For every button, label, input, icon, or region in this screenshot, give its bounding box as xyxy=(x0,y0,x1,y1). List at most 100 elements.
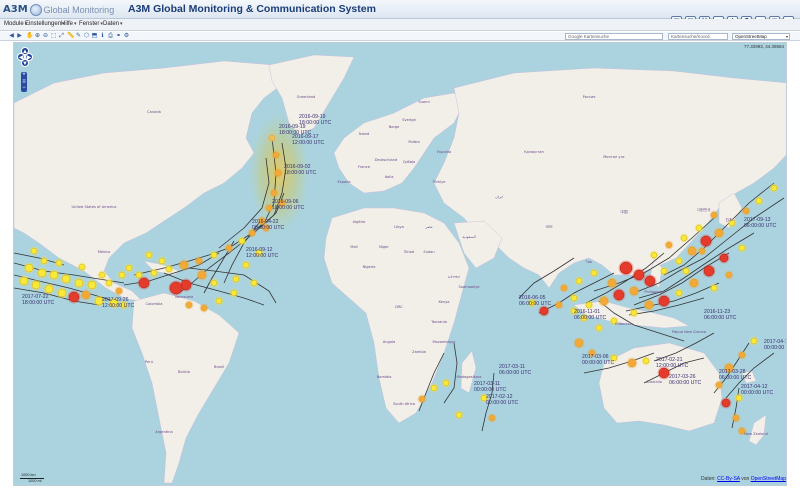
license-link[interactable]: CC-By-SA xyxy=(717,476,740,482)
storm-marker[interactable] xyxy=(210,279,218,287)
polygon-icon[interactable]: ⬡ xyxy=(83,33,90,40)
storm-marker[interactable] xyxy=(455,411,463,419)
storm-marker[interactable] xyxy=(695,224,703,232)
storm-marker[interactable] xyxy=(644,300,654,310)
storm-marker[interactable] xyxy=(30,247,38,255)
storm-marker[interactable] xyxy=(738,351,746,359)
storm-marker[interactable] xyxy=(225,244,233,252)
zoom-in-icon[interactable]: ⊕ xyxy=(34,33,41,40)
google-search-input[interactable]: Google Kartensuche xyxy=(565,33,663,40)
zoom-out-button[interactable]: − xyxy=(21,85,27,91)
print-icon[interactable]: ⎙ xyxy=(107,33,114,40)
storm-marker[interactable] xyxy=(710,284,718,292)
storm-marker[interactable] xyxy=(575,277,583,285)
storm-marker[interactable] xyxy=(37,268,47,278)
storm-marker[interactable] xyxy=(644,275,656,287)
storm-marker[interactable] xyxy=(607,278,617,288)
storm-marker[interactable] xyxy=(687,246,697,256)
storm-marker[interactable] xyxy=(742,207,750,215)
storm-marker[interactable] xyxy=(98,271,106,279)
storm-marker[interactable] xyxy=(719,253,729,263)
storm-marker[interactable] xyxy=(715,381,723,389)
storm-marker[interactable] xyxy=(185,301,193,309)
storm-marker[interactable] xyxy=(585,301,593,309)
menu-hilfe[interactable]: Hilfe▾ xyxy=(61,21,77,27)
storm-marker[interactable] xyxy=(738,244,746,252)
storm-marker[interactable] xyxy=(179,260,189,270)
storm-marker[interactable] xyxy=(755,197,763,205)
storm-marker[interactable] xyxy=(40,257,48,265)
storm-marker[interactable] xyxy=(660,267,668,275)
storm-marker[interactable] xyxy=(710,211,718,219)
storm-marker[interactable] xyxy=(195,257,203,265)
storm-marker[interactable] xyxy=(270,189,278,197)
storm-marker[interactable] xyxy=(570,294,578,302)
storm-marker[interactable] xyxy=(150,269,158,277)
storm-marker[interactable] xyxy=(24,263,34,273)
storm-marker[interactable] xyxy=(272,151,280,159)
storm-marker[interactable] xyxy=(19,276,29,286)
info-icon[interactable]: ℹ xyxy=(99,33,106,40)
menu-einstellungen[interactable]: Einstellungen▾ xyxy=(25,21,65,27)
storm-marker[interactable] xyxy=(210,251,218,259)
storm-marker[interactable] xyxy=(630,309,638,317)
storm-marker[interactable] xyxy=(55,259,63,267)
forward-icon[interactable]: ▶ xyxy=(16,33,23,40)
storm-marker[interactable] xyxy=(599,296,609,306)
storm-marker[interactable] xyxy=(105,279,113,287)
full-extent-icon[interactable]: ⤢ xyxy=(58,33,65,40)
storm-marker[interactable] xyxy=(125,264,133,272)
zoom-out-icon[interactable]: ⊖ xyxy=(42,33,49,40)
draw-icon[interactable]: ✎ xyxy=(75,33,82,40)
storm-marker[interactable] xyxy=(732,414,740,422)
storm-marker[interactable] xyxy=(81,290,91,300)
storm-marker[interactable] xyxy=(714,228,724,238)
storm-marker[interactable] xyxy=(574,338,584,348)
basemap-select[interactable]: OpenStreetMap ▾ xyxy=(732,33,790,40)
menu-fenster[interactable]: Fenster▾ xyxy=(79,21,103,27)
storm-marker[interactable] xyxy=(703,265,715,277)
zoom-in-button[interactable]: + xyxy=(21,72,27,78)
storm-marker[interactable] xyxy=(650,251,658,259)
storm-marker[interactable] xyxy=(238,237,246,245)
storm-marker[interactable] xyxy=(682,267,690,275)
storm-marker[interactable] xyxy=(145,251,153,259)
storm-marker[interactable] xyxy=(633,269,645,281)
zoom-box-icon[interactable]: ⬚ xyxy=(50,33,57,40)
storm-marker[interactable] xyxy=(689,278,699,288)
pan-icon[interactable]: ✋ xyxy=(26,33,33,40)
menu-module[interactable]: Module▾ xyxy=(4,21,27,27)
world-map[interactable]: United States of America Canada México Bras… xyxy=(14,43,787,486)
storm-marker[interactable] xyxy=(675,289,683,297)
link-icon[interactable]: ⚭ xyxy=(115,33,122,40)
storm-marker[interactable] xyxy=(68,291,80,303)
storm-marker[interactable] xyxy=(115,287,123,295)
storm-marker[interactable] xyxy=(430,384,438,392)
storm-marker[interactable] xyxy=(560,284,568,292)
storm-marker[interactable] xyxy=(49,270,59,280)
storm-marker[interactable] xyxy=(61,274,71,284)
storm-marker[interactable] xyxy=(197,270,207,280)
map-view[interactable]: United States of America Canada México Bras… xyxy=(13,42,787,486)
storm-marker[interactable] xyxy=(627,358,637,368)
storm-marker[interactable] xyxy=(418,395,426,403)
measure-icon[interactable]: 📏 xyxy=(67,33,74,40)
storm-marker[interactable] xyxy=(268,134,276,142)
storm-marker[interactable] xyxy=(232,275,240,283)
storm-marker[interactable] xyxy=(274,169,282,177)
storm-marker[interactable] xyxy=(642,357,650,365)
storm-marker[interactable] xyxy=(700,235,712,247)
storm-marker[interactable] xyxy=(442,379,450,387)
storm-marker[interactable] xyxy=(74,278,84,288)
storm-marker[interactable] xyxy=(488,414,496,422)
select-icon[interactable]: ⬒ xyxy=(91,33,98,40)
storm-marker[interactable] xyxy=(78,263,86,271)
storm-marker[interactable] xyxy=(200,304,208,312)
storm-marker[interactable] xyxy=(118,271,126,279)
pan-down-icon[interactable]: ▼ xyxy=(21,59,29,67)
back-icon[interactable]: ◀ xyxy=(8,33,15,40)
storm-marker[interactable] xyxy=(158,257,166,265)
storm-marker[interactable] xyxy=(57,288,67,298)
coordinate-search-input[interactable]: Kartensuche/Koord. xyxy=(668,33,728,40)
storm-marker[interactable] xyxy=(165,265,173,273)
